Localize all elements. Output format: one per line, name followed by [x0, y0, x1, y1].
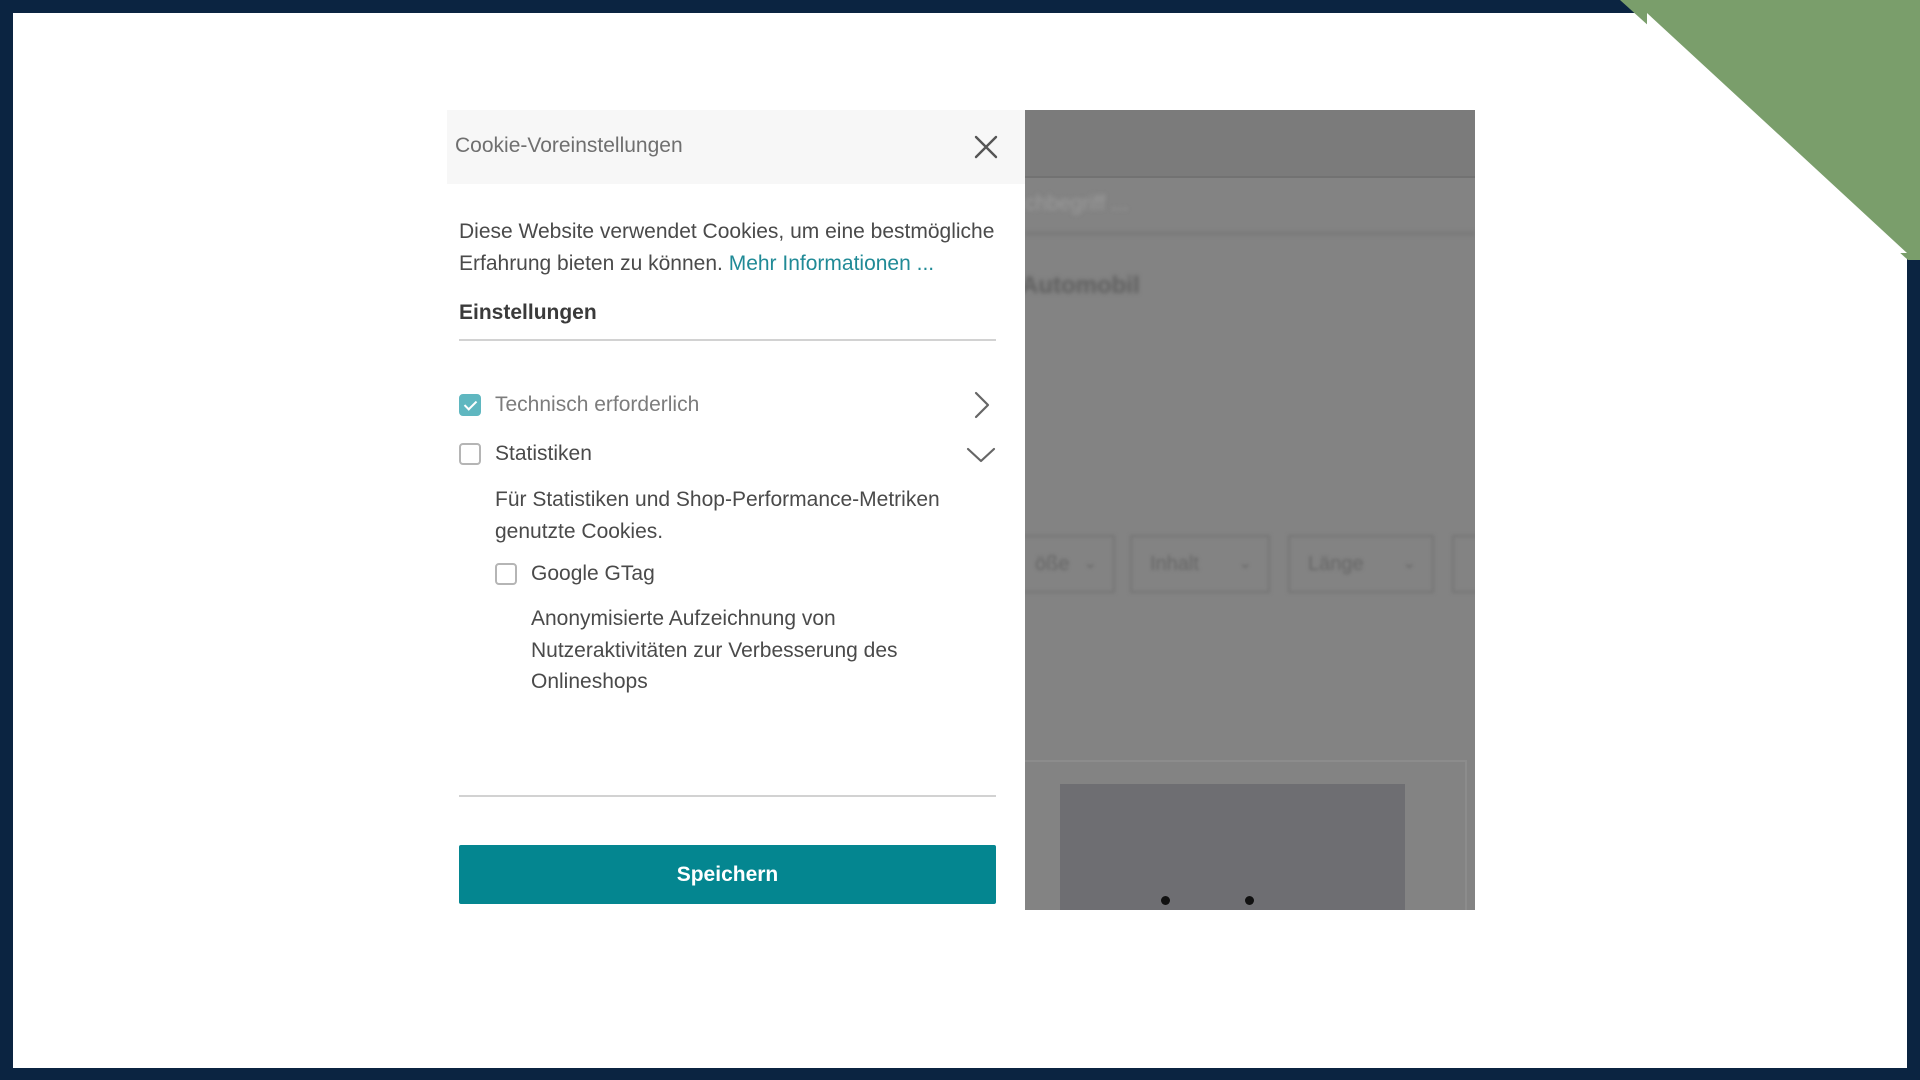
option-label: Statistiken	[495, 442, 592, 465]
backdrop-dot	[1245, 896, 1254, 905]
page-backdrop-overlay: chbegriff ... Automobil öße ⌄ Inhalt ⌄ Län…	[1025, 110, 1475, 910]
chevron-right-icon[interactable]	[966, 390, 996, 420]
statistics-checkbox[interactable]	[459, 443, 481, 465]
option-technically-required[interactable]: Technisch erforderlich	[459, 385, 996, 425]
backdrop-dot	[1161, 896, 1170, 905]
backdrop-top-bar	[1025, 110, 1475, 178]
option-statistics[interactable]: Statistiken	[459, 434, 996, 474]
backdrop-search-placeholder: chbegriff ...	[1025, 192, 1129, 215]
chevron-down-icon[interactable]	[966, 439, 996, 469]
google-gtag-checkbox[interactable]	[495, 563, 517, 585]
dialog-body: Diese Website verwendet Cookies, um eine…	[447, 216, 1025, 698]
backdrop-search-field: chbegriff ...	[1025, 176, 1475, 235]
more-information-link[interactable]: Mehr Informationen ...	[729, 252, 934, 275]
intro-text: Diese Website verwendet Cookies, um eine…	[459, 220, 995, 275]
settings-heading: Einstellungen	[459, 301, 996, 341]
option-label: Google GTag	[531, 562, 655, 585]
close-icon[interactable]	[971, 132, 1001, 162]
dialog-title: Cookie-Voreinstellungen	[455, 134, 683, 157]
backdrop-product-image	[1060, 784, 1405, 910]
cookie-preferences-dialog: Cookie-Voreinstellungen Diese Website ve…	[447, 110, 1025, 910]
backdrop-filter-content: Inhalt ⌄	[1130, 535, 1270, 593]
save-button[interactable]: Speichern	[459, 845, 996, 904]
footer-divider	[459, 795, 996, 797]
dialog-header: Cookie-Voreinstellungen	[447, 110, 1025, 184]
backdrop-filter-size: öße ⌄	[1025, 535, 1115, 593]
technically-required-checkbox[interactable]	[459, 394, 481, 416]
backdrop-filter-more	[1452, 535, 1475, 593]
option-google-gtag[interactable]: Google GTag	[459, 554, 996, 594]
statistics-description: Für Statistiken und Shop-Performance-Met…	[495, 488, 940, 543]
backdrop-category-title: Automobil	[1025, 272, 1140, 299]
option-label: Technisch erforderlich	[495, 393, 700, 416]
backdrop-filter-length: Länge ⌄	[1288, 535, 1434, 593]
google-gtag-description: Anonymisierte Aufzeichnung von Nutzerakt…	[531, 607, 898, 693]
